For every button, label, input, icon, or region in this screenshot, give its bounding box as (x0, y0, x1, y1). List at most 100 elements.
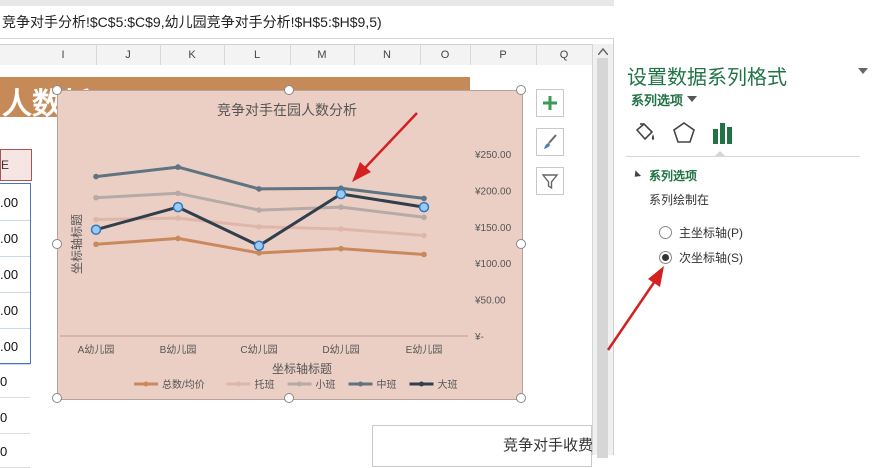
plus-icon (543, 96, 557, 110)
pane-options-dropdown-icon[interactable] (858, 68, 868, 74)
column-header-i[interactable]: I (30, 45, 97, 65)
formula-text[interactable]: 竞争对手分析!$C$5:$C$9,幼儿园竞争对手分析!$H$5:$H$9,5) (2, 12, 382, 32)
resize-handle[interactable] (52, 393, 62, 403)
primary-axis-radio[interactable] (659, 226, 672, 239)
legend-label[interactable]: 托班 (255, 378, 275, 391)
data-point[interactable] (256, 186, 262, 192)
column-headers: I J K L M N O P Q (0, 44, 593, 66)
data-point[interactable] (421, 195, 427, 202)
pane-title: 设置数据系列格式 (627, 67, 787, 89)
line-chart[interactable]: 竞争对手在园人数分析 坐标轴标题 坐标轴标题 ¥250.00 ¥200.00 ¥15… (57, 90, 523, 400)
legend-label[interactable]: 小班 (316, 379, 336, 391)
column-header-l[interactable]: L (224, 45, 291, 65)
chevron-down-icon[interactable] (687, 96, 697, 102)
collapse-arrow-icon[interactable] (631, 170, 642, 180)
formula-bar-top-strip (0, 0, 614, 6)
data-point[interactable] (421, 214, 427, 221)
section-title[interactable]: 系列选项 (649, 167, 697, 184)
bar-chart-icon (713, 123, 732, 144)
add-chart-element-button[interactable] (536, 89, 564, 117)
resize-handle[interactable] (516, 393, 526, 403)
value-cell[interactable]: 0 (0, 367, 30, 398)
data-point[interactable] (256, 250, 262, 256)
effects-tab[interactable] (671, 120, 697, 146)
chart-filters-button[interactable] (536, 167, 564, 195)
secondary-axis-option[interactable]: 次坐标轴(S) (659, 249, 743, 266)
chart-title[interactable]: 竞争对手在园人数分析 (217, 102, 357, 118)
data-point[interactable] (256, 207, 262, 213)
data-point[interactable] (93, 241, 99, 248)
data-point[interactable] (175, 164, 181, 170)
y2-tick-label: ¥250.00 (474, 150, 512, 161)
resize-handle[interactable] (284, 393, 294, 403)
column-header-o[interactable]: O (420, 45, 471, 65)
number-cell[interactable]: .00 (0, 293, 30, 329)
primary-axis-option[interactable]: 主坐标轴(P) (659, 224, 743, 241)
legend-marker (143, 381, 149, 387)
column-header-m[interactable]: M (290, 45, 355, 65)
data-point[interactable] (93, 216, 99, 223)
column-header-q[interactable]: Q (536, 45, 593, 65)
data-point[interactable] (93, 173, 99, 180)
column-header-p[interactable]: P (470, 45, 537, 65)
formula-bar[interactable]: 竞争对手分析!$C$5:$C$9,幼儿园竞争对手分析!$H$5:$H$9,5) (0, 0, 614, 39)
x-tick-label: D幼儿园 (322, 343, 359, 356)
series-line[interactable] (95, 191, 425, 219)
number-cell[interactable]: .00 (0, 329, 30, 365)
number-cell[interactable]: .00 (0, 221, 30, 257)
selected-data-point[interactable] (172, 201, 184, 213)
pentagon-icon (673, 122, 695, 143)
data-point[interactable] (338, 204, 344, 210)
legend-label[interactable]: 总数/均价 (162, 378, 205, 391)
legend-marker (236, 381, 241, 387)
legend-label[interactable]: 大班 (438, 378, 458, 391)
pane-divider (626, 156, 860, 157)
resize-handle[interactable] (52, 85, 62, 95)
header-cell[interactable]: E (0, 149, 32, 181)
data-point[interactable] (175, 215, 181, 221)
y-axis-title[interactable]: 坐标轴标题 (69, 214, 84, 274)
y2-tick-label: ¥100.00 (474, 259, 512, 270)
second-chart[interactable]: 竞争对手收费 (372, 425, 593, 467)
resize-handle[interactable] (52, 239, 62, 249)
x-axis-title[interactable]: 坐标轴标题 (272, 361, 332, 376)
secondary-axis-radio[interactable] (659, 251, 672, 264)
data-point[interactable] (421, 251, 427, 258)
resize-handle[interactable] (516, 85, 526, 95)
data-point[interactable] (338, 245, 344, 252)
resize-handle[interactable] (284, 85, 294, 95)
data-point[interactable] (421, 232, 427, 239)
value-cell[interactable]: 0 (0, 437, 30, 468)
number-cell[interactable]: .00 (0, 185, 30, 221)
legend-marker (297, 381, 302, 387)
column-header-n[interactable]: N (354, 45, 421, 65)
selected-data-point[interactable] (335, 188, 347, 200)
chart-styles-button[interactable] (536, 128, 564, 156)
number-cell[interactable]: .00 (0, 257, 30, 293)
resize-handle[interactable] (516, 239, 526, 249)
secondary-axis-label[interactable]: 次坐标轴(S) (679, 249, 743, 266)
column-header-k[interactable]: K (160, 45, 225, 65)
data-point[interactable] (256, 224, 262, 230)
value-cell[interactable]: 0 (0, 403, 30, 434)
fill-line-tab[interactable] (632, 120, 658, 146)
brush-icon (544, 134, 557, 149)
series-options-dropdown[interactable]: 系列选项 (631, 90, 683, 109)
column-header-j[interactable]: J (96, 45, 161, 65)
vertical-scrollbar[interactable] (592, 44, 613, 458)
selected-data-point[interactable] (418, 201, 430, 213)
data-point[interactable] (338, 226, 344, 232)
data-point[interactable] (175, 190, 181, 197)
scroll-up-icon[interactable] (598, 48, 608, 55)
legend-label[interactable]: 中班 (377, 378, 397, 391)
data-point[interactable] (93, 194, 99, 201)
primary-axis-label[interactable]: 主坐标轴(P) (679, 224, 743, 241)
scrollbar-thumb[interactable] (597, 58, 608, 458)
y2-tick-label: ¥50.00 (474, 296, 506, 307)
filter-icon (541, 174, 559, 190)
selected-data-point[interactable] (253, 240, 265, 251)
x-tick-label: A幼儿园 (78, 343, 115, 356)
data-point[interactable] (175, 235, 181, 242)
selected-data-point[interactable] (90, 224, 102, 235)
series-options-tab[interactable] (710, 120, 736, 146)
